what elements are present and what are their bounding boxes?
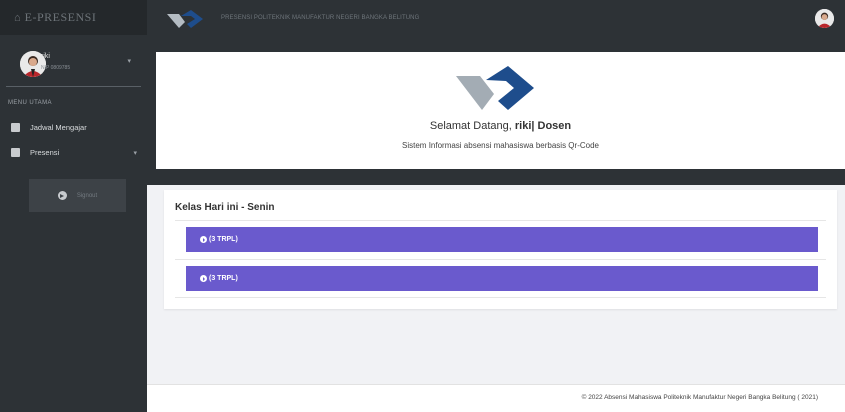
class-label: (3 TRPL) bbox=[209, 236, 238, 243]
brand-text: E-PRESENSI bbox=[24, 10, 97, 24]
arrow-circle-right-icon bbox=[200, 236, 207, 243]
avatar[interactable] bbox=[815, 9, 834, 28]
welcome-card: Selamat Datang, riki| Dosen Sistem Infor… bbox=[156, 52, 845, 169]
clipboard-icon bbox=[11, 148, 20, 157]
sidebar-item-label: Presensi bbox=[30, 148, 60, 157]
chevron-down-icon[interactable]: ▾ bbox=[127, 57, 131, 65]
signout-label: Signout bbox=[76, 192, 98, 199]
class-label: (3 TRPL) bbox=[209, 275, 238, 282]
classes-today-panel: Kelas Hari ini - Senin (3 TRPL) (3 TRPL) bbox=[164, 190, 837, 309]
greeting-prefix: Selamat Datang, bbox=[429, 120, 512, 132]
sidebar-item-jadwal-mengajar[interactable]: Jadwal Mengajar bbox=[11, 123, 137, 132]
welcome-greeting: Selamat Datang, riki| Dosen bbox=[156, 120, 845, 132]
panel-title: Kelas Hari ini - Senin bbox=[175, 202, 275, 213]
user-role: riki| Dosen bbox=[514, 120, 572, 132]
logo-icon bbox=[456, 66, 534, 110]
class-button[interactable]: (3 TRPL) bbox=[186, 227, 818, 252]
menu-heading: MENU UTAMA bbox=[8, 100, 52, 106]
divider bbox=[175, 297, 826, 298]
footer: © 2022 Absensi Mahasiswa Politeknik Manu… bbox=[147, 384, 845, 412]
class-button[interactable]: (3 TRPL) bbox=[186, 266, 818, 291]
user-profile[interactable]: riki NIP 0809785 ▾ bbox=[6, 35, 141, 87]
sidebar-item-label: Jadwal Mengajar bbox=[30, 123, 87, 132]
logo-icon bbox=[167, 10, 203, 28]
brand[interactable]: ⌂ E-PRESENSI bbox=[0, 0, 147, 35]
chevron-down-icon: ▾ bbox=[133, 149, 137, 157]
signout-button[interactable]: Signout bbox=[29, 179, 126, 212]
footer-text: © 2022 Absensi Mahasiswa Politeknik Manu… bbox=[581, 394, 818, 401]
sidebar-item-presensi[interactable]: Presensi ▾ bbox=[11, 148, 137, 157]
top-navbar: PRESENSI POLITEKNIK MANUFAKTUR NEGERI BA… bbox=[147, 0, 845, 35]
welcome-subtitle: Sistem Informasi absensi mahasiswa berba… bbox=[402, 141, 599, 150]
divider bbox=[175, 259, 826, 260]
arrow-circle-right-icon bbox=[57, 191, 67, 200]
user-name: riki bbox=[41, 53, 50, 60]
user-nip: NIP 0809785 bbox=[41, 65, 71, 71]
sidebar: ⌂ E-PRESENSI riki NIP 0809785 ▾ MENU UTA… bbox=[0, 0, 147, 412]
app-title: PRESENSI POLITEKNIK MANUFAKTUR NEGERI BA… bbox=[221, 15, 420, 21]
divider bbox=[175, 220, 826, 221]
home-icon: ⌂ bbox=[14, 11, 21, 24]
calendar-check-icon bbox=[11, 123, 20, 132]
arrow-circle-right-icon bbox=[200, 275, 207, 282]
